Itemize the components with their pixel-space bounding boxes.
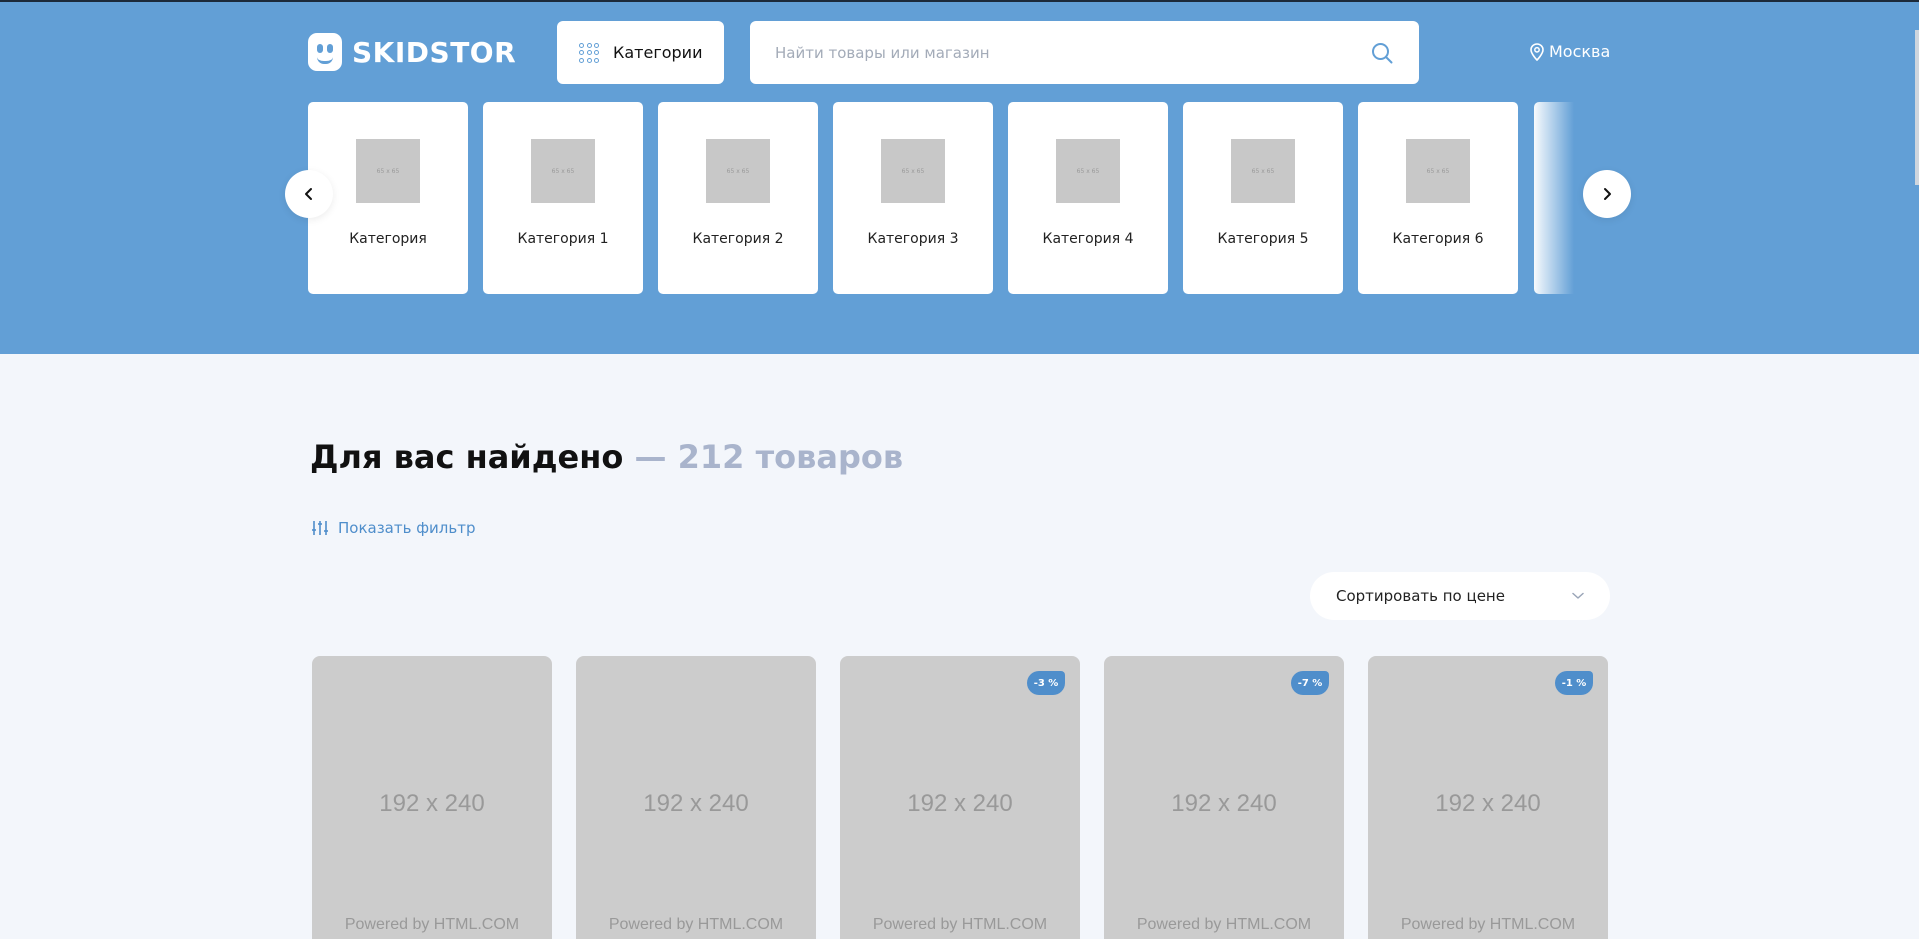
product-image-placeholder: 192 x 240 [907,790,1013,817]
categories-button-label: Категории [613,43,703,62]
category-label: Категория 6 [1392,231,1484,247]
product-image-placeholder: 192 x 240 [379,790,485,817]
product-image-credit: Powered by HTML.COM [872,916,1048,933]
category-card[interactable]: 65 x 65 Категория 1 [483,102,643,294]
product-image-credit: Powered by HTML.COM [344,916,520,933]
carousel-prev-button[interactable] [285,170,333,218]
category-card[interactable]: 65 x 65 Категория 5 [1183,102,1343,294]
category-label: Категория 1 [517,231,609,247]
categories-button[interactable]: Категории [557,21,724,84]
category-label: Категория 2 [692,231,784,247]
show-filter-label: Показать фильтр [338,519,476,537]
carousel-next-button[interactable] [1583,170,1631,218]
category-thumbnail: 65 x 65 [1231,139,1295,203]
sort-dropdown[interactable]: Сортировать по цене [1310,572,1610,620]
product-image-placeholder: 192 x 240 [1435,790,1541,817]
filter-sliders-icon [312,521,328,535]
city-label: Москва [1549,42,1611,61]
product-image-credit: Powered by HTML.COM [1400,916,1576,933]
logo-face-icon [308,33,342,71]
category-label: Категория [349,231,427,247]
category-label: Категория 5 [1217,231,1309,247]
category-thumbnail: 65 x 65 [1056,139,1120,203]
category-label: Категория 4 [1042,231,1134,247]
chevron-down-icon [1572,592,1584,599]
search-bar [750,21,1419,84]
discount-badge: -7 % [1291,671,1329,695]
category-thumbnail: 65 x 65 [531,139,595,203]
discount-badge: -1 % [1555,671,1593,695]
logo[interactable]: SKIDSTOR [308,33,516,71]
results-title: Для вас найдено — 212 товаров [310,438,903,476]
results-count: — 212 товаров [634,438,904,476]
page-scrollbar-thumb[interactable] [1915,30,1919,185]
chevron-left-icon [305,188,312,200]
search-input[interactable] [775,43,1370,62]
logo-text: SKIDSTOR [352,35,517,69]
city-selector[interactable]: Москва [1530,42,1610,61]
carousel-track: 65 x 65 Категория 65 x 65 Категория 1 65… [308,102,1572,294]
product-image-placeholder: 192 x 240 [1171,790,1277,817]
results-title-text: Для вас найдено [310,438,624,476]
carousel-fade-edge [1534,102,1574,294]
product-grid: 192 x 240 Powered by HTML.COM 192 x 240 … [312,656,1608,939]
product-image-placeholder: 192 x 240 [643,790,749,817]
product-card[interactable]: -7 % 192 x 240 Powered by HTML.COM [1104,656,1344,939]
categories-carousel: 65 x 65 Категория 65 x 65 Категория 1 65… [308,102,1572,294]
product-card[interactable]: 192 x 240 Powered by HTML.COM [576,656,816,939]
chevron-right-icon [1604,188,1611,200]
window-top-border [0,0,1919,2]
show-filter-link[interactable]: Показать фильтр [311,519,475,537]
product-card[interactable]: 192 x 240 Powered by HTML.COM [312,656,552,939]
product-card[interactable]: -3 % 192 x 240 Powered by HTML.COM [840,656,1080,939]
category-thumbnail: 65 x 65 [1406,139,1470,203]
category-label: Категория 3 [867,231,959,247]
product-image-credit: Powered by HTML.COM [1136,916,1312,933]
category-thumbnail: 65 x 65 [881,139,945,203]
category-card[interactable]: 65 x 65 Категория 4 [1008,102,1168,294]
product-image-credit: Powered by HTML.COM [608,916,784,933]
header-hero: SKIDSTOR Категории Москва 65 x 65 Катего… [0,0,1919,354]
category-thumbnail: 65 x 65 [356,139,420,203]
category-card[interactable]: 65 x 65 Категория 3 [833,102,993,294]
category-thumbnail: 65 x 65 [706,139,770,203]
category-card[interactable]: 65 x 65 Категория 2 [658,102,818,294]
product-card[interactable]: -1 % 192 x 240 Powered by HTML.COM [1368,656,1608,939]
sort-dropdown-label: Сортировать по цене [1336,587,1505,605]
location-pin-icon [1530,42,1544,61]
grid-dots-icon [579,42,599,63]
category-card[interactable]: 65 x 65 Категория 6 [1358,102,1518,294]
discount-badge: -3 % [1027,671,1065,695]
search-icon[interactable] [1370,41,1394,65]
